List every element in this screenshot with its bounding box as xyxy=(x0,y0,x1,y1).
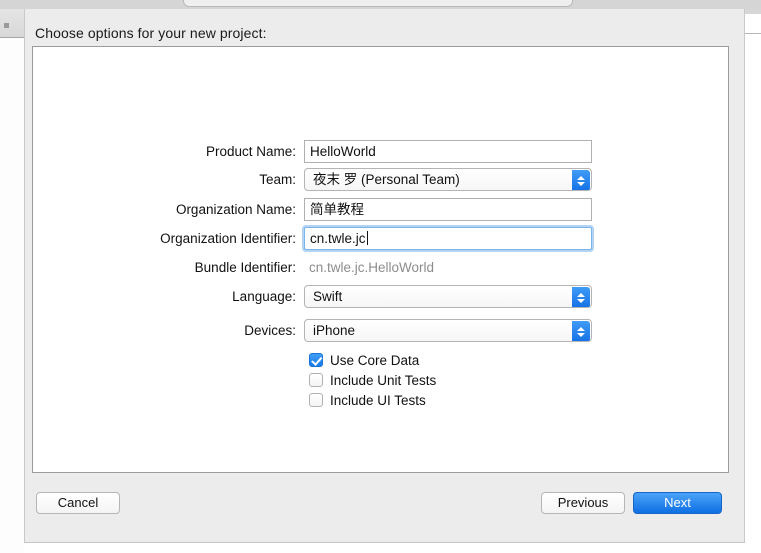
form-row-organization-identifier: Organization Identifier: cn.twle.jc xyxy=(33,227,730,251)
checkbox-use-core-data[interactable]: Use Core Data xyxy=(309,350,419,370)
chevron-down-icon xyxy=(577,182,585,186)
language-popup-button[interactable]: Swift xyxy=(304,285,592,308)
cancel-button[interactable]: Cancel xyxy=(36,492,120,514)
background-window-control-icon xyxy=(4,23,9,28)
organization-identifier-value: cn.twle.jc xyxy=(310,231,366,246)
checkbox-include-unit-tests[interactable]: Include Unit Tests xyxy=(309,370,436,390)
sheet-title: Choose options for your new project: xyxy=(35,25,267,41)
background-window-divider xyxy=(745,33,761,34)
bundle-identifier-value: cn.twle.jc.HelloWorld xyxy=(309,256,434,279)
form-row-bundle-identifier: Bundle Identifier: cn.twle.jc.HelloWorld xyxy=(33,256,730,280)
product-name-input[interactable]: HelloWorld xyxy=(304,140,592,163)
language-label: Language: xyxy=(56,285,296,309)
checkbox-checked-icon[interactable] xyxy=(309,353,323,367)
chevron-up-icon xyxy=(577,176,585,180)
product-name-label: Product Name: xyxy=(56,140,296,164)
background-window-left-strip xyxy=(0,0,24,553)
checkbox-include-ui-tests[interactable]: Include UI Tests xyxy=(309,390,426,410)
text-caret xyxy=(367,231,368,245)
screen: Choose options for your new project: Pro… xyxy=(0,0,761,553)
devices-stepper-icon[interactable] xyxy=(572,321,590,342)
next-button[interactable]: Next xyxy=(633,492,722,514)
form-row-product-name: Product Name: HelloWorld xyxy=(33,140,730,164)
devices-popup-value: iPhone xyxy=(313,323,355,338)
organization-identifier-label: Organization Identifier: xyxy=(56,227,296,251)
window-title-bar xyxy=(0,0,761,9)
sheet-bottom-divider xyxy=(24,542,745,543)
form-row-language: Language: Swift xyxy=(33,285,730,309)
chevron-down-icon xyxy=(577,333,585,337)
team-stepper-icon[interactable] xyxy=(572,170,590,191)
organization-name-label: Organization Name: xyxy=(56,198,296,222)
previous-button[interactable]: Previous xyxy=(541,492,625,514)
form-row-team: Team: 夜末 罗 (Personal Team) xyxy=(33,168,730,192)
organization-name-input[interactable]: 简单教程 xyxy=(304,198,592,221)
organization-identifier-input[interactable]: cn.twle.jc xyxy=(304,227,592,250)
form-row-organization-name: Organization Name: 简单教程 xyxy=(33,198,730,222)
devices-popup-button[interactable]: iPhone xyxy=(304,319,592,342)
checkbox-unchecked-icon[interactable] xyxy=(309,373,323,387)
sheet-top-edge xyxy=(183,0,573,7)
chevron-down-icon xyxy=(577,299,585,303)
devices-label: Devices: xyxy=(56,319,296,343)
checkbox-unchecked-icon[interactable] xyxy=(309,393,323,407)
team-popup-value: 夜末 罗 (Personal Team) xyxy=(313,172,460,187)
new-project-options-sheet: Choose options for your new project: Pro… xyxy=(24,9,745,543)
bundle-identifier-label: Bundle Identifier: xyxy=(56,256,296,280)
team-popup-button[interactable]: 夜末 罗 (Personal Team) xyxy=(304,168,592,191)
language-stepper-icon[interactable] xyxy=(572,287,590,308)
chevron-up-icon xyxy=(577,327,585,331)
checkbox-include-ui-tests-label: Include UI Tests xyxy=(330,393,426,408)
background-window-right-strip xyxy=(745,0,761,553)
checkbox-use-core-data-label: Use Core Data xyxy=(330,353,419,368)
language-popup-value: Swift xyxy=(313,289,342,304)
chevron-up-icon xyxy=(577,293,585,297)
form-row-devices: Devices: iPhone xyxy=(33,319,730,343)
options-panel: Product Name: HelloWorld Team: 夜末 罗 (Per… xyxy=(32,46,729,473)
team-label: Team: xyxy=(56,168,296,192)
checkbox-include-unit-tests-label: Include Unit Tests xyxy=(330,373,436,388)
